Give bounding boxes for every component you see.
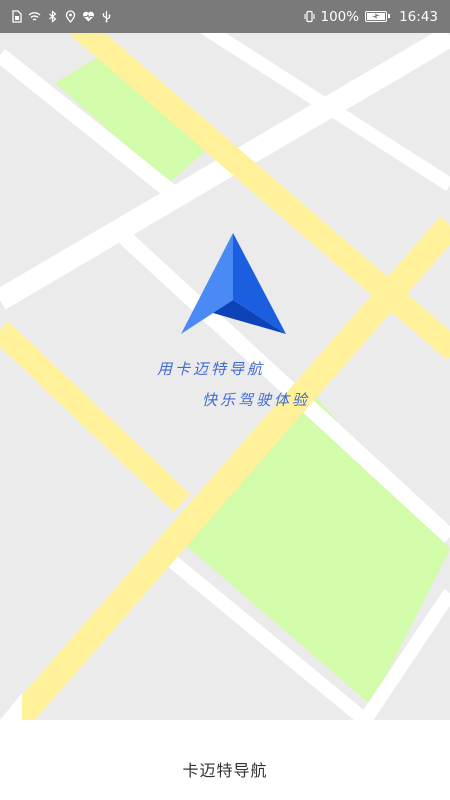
status-clock: 16:43 bbox=[399, 8, 438, 25]
bottom-title-bar: 卡迈特导航 bbox=[0, 720, 450, 800]
battery-percent: 100% bbox=[320, 8, 360, 25]
battery-icon bbox=[365, 11, 391, 22]
charging-bolt-icon bbox=[372, 13, 381, 19]
slogan-line-2: 快乐驾驶体验 bbox=[202, 391, 311, 409]
location-icon bbox=[64, 10, 77, 23]
navigation-arrow-icon bbox=[181, 233, 286, 334]
sim-card-icon bbox=[10, 10, 23, 23]
usb-icon bbox=[100, 10, 113, 23]
heart-icon bbox=[82, 10, 95, 23]
vibrate-icon bbox=[303, 10, 316, 23]
status-bar: 100% 16:43 bbox=[0, 0, 450, 33]
bluetooth-icon bbox=[46, 10, 59, 23]
splash-screen: 100% 16:43 用卡迈特导航 快乐驾驶体验 卡迈特导航 bbox=[0, 0, 450, 800]
status-icons-left bbox=[10, 8, 113, 25]
slogan-line-1: 用卡迈特导航 bbox=[157, 360, 266, 378]
app-name-label: 卡迈特导航 bbox=[182, 761, 268, 780]
wifi-icon bbox=[28, 10, 41, 23]
status-icons-right: 100% 16:43 bbox=[303, 7, 438, 26]
